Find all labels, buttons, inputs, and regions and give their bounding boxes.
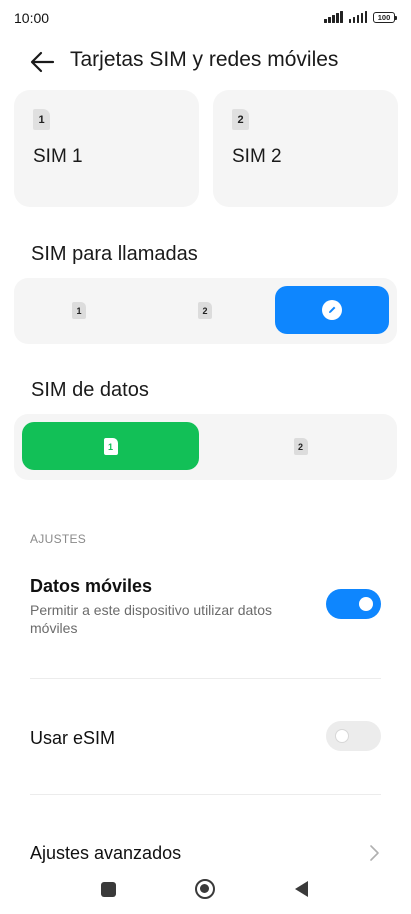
data-option-sim-1[interactable]: 1 [22, 422, 199, 470]
esim-title: Usar eSIM [30, 728, 116, 748]
divider [30, 794, 381, 795]
sim-card-label: SIM 1 [33, 146, 83, 167]
sim-card-1[interactable]: 1 SIM 1 [14, 90, 199, 207]
battery-icon: 100 [373, 12, 397, 23]
mobile-data-title: Datos móviles [30, 576, 153, 596]
calls-section-title: SIM para llamadas [31, 243, 198, 265]
sim-2-icon: 2 [293, 437, 308, 455]
calls-sim-selector: 1 2 [14, 278, 397, 344]
page-header: Tarjetas SIM y redes móviles [0, 42, 411, 82]
settings-caption: AJUSTES [30, 532, 87, 546]
sim-2-icon: 2 [232, 109, 249, 130]
sim-1-icon: 1 [33, 109, 50, 130]
data-section-title: SIM de datos [31, 379, 149, 401]
calls-option-sim-2[interactable]: 2 [148, 286, 262, 334]
data-option-sim-2[interactable]: 2 [212, 422, 389, 470]
sim-1-icon: 1 [103, 437, 118, 455]
calls-option-ask[interactable] [275, 286, 389, 334]
mobile-data-toggle[interactable] [326, 589, 381, 619]
mobile-data-subtitle: Permitir a este dispositivo utilizar dat… [30, 602, 272, 636]
toggle-knob [359, 597, 373, 611]
calls-option-sim-1[interactable]: 1 [22, 286, 136, 334]
status-icons: 100 [324, 11, 397, 23]
sim-2-icon: 2 [198, 301, 212, 319]
esim-toggle[interactable] [326, 721, 381, 751]
sim-card-label: SIM 2 [232, 146, 282, 167]
back-button[interactable] [28, 48, 58, 76]
advanced-settings-title[interactable]: Ajustes avanzados [30, 843, 181, 864]
edit-pencil-icon [322, 300, 342, 320]
recents-square-icon[interactable] [101, 882, 116, 897]
arrow-left-icon [30, 51, 55, 73]
sim-card-2[interactable]: 2 SIM 2 [213, 90, 398, 207]
divider [30, 678, 381, 679]
status-time: 10:00 [14, 10, 50, 26]
navigation-bar [0, 870, 411, 914]
home-circle-icon[interactable] [195, 879, 215, 899]
status-bar: 10:00 100 [0, 0, 411, 36]
page-title: Tarjetas SIM y redes móviles [70, 48, 339, 71]
signal-2-icon [348, 11, 367, 23]
chevron-right-icon[interactable] [366, 843, 382, 863]
data-sim-selector: 1 2 [14, 414, 397, 480]
toggle-knob [335, 729, 349, 743]
back-triangle-icon[interactable] [295, 881, 308, 897]
sim-1-icon: 1 [72, 301, 86, 319]
signal-1-icon [324, 11, 343, 23]
